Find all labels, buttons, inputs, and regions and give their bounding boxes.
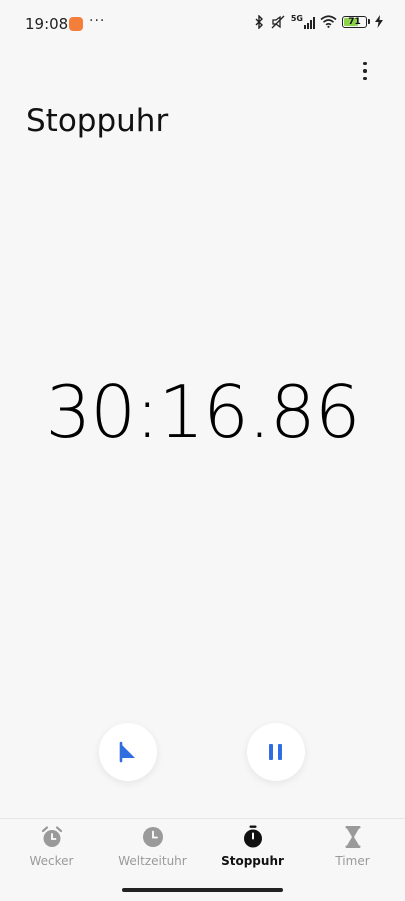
- stopwatch-display: 30:16.86: [45, 370, 361, 454]
- page-title: Stoppuhr: [26, 103, 169, 139]
- nav-item-timer[interactable]: Timer: [302, 825, 403, 868]
- wifi-icon: [320, 15, 337, 28]
- nav-item-stoppuhr[interactable]: Stoppuhr: [202, 825, 303, 868]
- nav-label: Stoppuhr: [221, 854, 284, 868]
- nav-item-weltzeituhr[interactable]: Weltzeituhr: [102, 825, 203, 868]
- stopwatch-icon: [243, 825, 262, 848]
- hourglass-icon: [345, 826, 360, 848]
- charging-icon: [375, 15, 383, 28]
- nav-label: Weltzeituhr: [118, 854, 187, 868]
- app-notification-icon: [69, 17, 83, 31]
- nav-item-wecker[interactable]: Wecker: [1, 825, 102, 868]
- network-type: 5G: [290, 14, 303, 23]
- signal-icon: [304, 16, 315, 29]
- bluetooth-icon: [255, 14, 263, 29]
- status-time: 19:08: [25, 15, 69, 33]
- nav-label: Wecker: [29, 854, 74, 868]
- status-bar: 19:08 ··· 5G 71: [0, 0, 405, 50]
- mute-icon: [271, 15, 285, 28]
- battery-level: 71: [348, 16, 361, 27]
- more-options-button[interactable]: [355, 58, 375, 84]
- pause-icon: [269, 744, 282, 760]
- battery-icon: 71: [342, 15, 367, 28]
- status-icons: 5G 71: [254, 14, 383, 29]
- lap-button[interactable]: [99, 723, 157, 781]
- pause-button[interactable]: [247, 723, 305, 781]
- more-notifications-icon: ···: [89, 13, 106, 29]
- alarm-clock-icon: [41, 826, 62, 847]
- home-indicator[interactable]: [122, 888, 283, 892]
- flag-icon: [119, 741, 135, 763]
- clock-icon: [142, 827, 163, 847]
- nav-label: Timer: [335, 854, 370, 868]
